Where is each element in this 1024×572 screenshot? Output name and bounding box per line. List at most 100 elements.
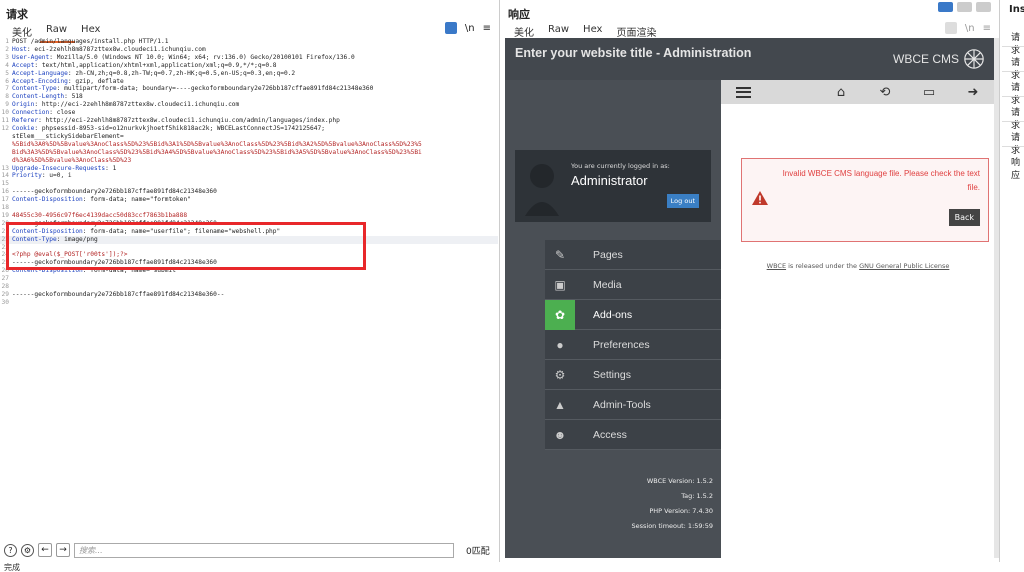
username: Administrator (571, 173, 648, 188)
request-pane: 请求 美化 Raw Hex \n ≡ 1 POST /admin/language… (0, 0, 500, 562)
layout-single-icon[interactable] (976, 2, 991, 12)
inspector-item[interactable]: 请求 (1011, 105, 1024, 131)
menu-item-icon: ▲ (554, 397, 566, 412)
line-number: 27 (1, 275, 9, 283)
header-name: Content-Length (12, 93, 65, 101)
line-number: 29 (1, 291, 9, 298)
code-line: 6 Accept-Encoding: gzip, deflate (0, 78, 498, 86)
line-text: 518 (71, 93, 83, 101)
prev-match-button[interactable]: ← (38, 543, 52, 557)
error-message: Invalid WBCE CMS language file. Please c… (741, 158, 989, 242)
menu-item-settings[interactable]: ⚙ Settings (545, 360, 721, 390)
version-line: PHP Version: 7.4.30 (649, 507, 713, 515)
help-icon[interactable]: ? (4, 543, 17, 557)
menu-item-admin-tools[interactable]: ▲ Admin-Tools (545, 390, 721, 420)
header-name: User-Agent (12, 53, 50, 61)
wbce-link[interactable]: WBCE (767, 262, 786, 270)
line-text: http://eci-2zehlh8m8787zttex8w.cloudeci1… (41, 101, 240, 109)
wrap-toggle-icon[interactable] (444, 22, 457, 34)
menu-item-icon: ☻ (553, 427, 567, 442)
menu-toggle-icon[interactable] (721, 80, 765, 104)
code-line: 12 Cookie: phpsessid-8953-sid=o12nurkvkjh… (1, 124, 325, 132)
line-number: 3 (5, 53, 9, 61)
sign-out-icon[interactable]: ➜ (951, 80, 995, 104)
code-line: %5Bid%3A0%5D%5Bvalue%3AnoClass%5D%23%5Bi… (0, 141, 498, 149)
line-number: 8 (5, 93, 9, 101)
response-title: 响应 (508, 8, 530, 21)
line-text: 1 (112, 164, 117, 172)
avatar (525, 164, 559, 216)
code-line: 29 ------geckoformboundary2e726bb187cffae… (0, 291, 498, 299)
line-number: 19 (1, 211, 9, 219)
license-text: is released under the (786, 262, 860, 270)
menu-item-pages[interactable]: ✎ Pages (545, 240, 721, 270)
line-number (0, 141, 12, 149)
inspector-item[interactable]: 响应 (1011, 155, 1024, 181)
menu-item-preferences[interactable]: ● Preferences (545, 330, 721, 360)
inspector-item[interactable]: 请求 (1011, 130, 1024, 156)
admin-body: You are currently logged in as: Administ… (505, 80, 995, 558)
menu-item-label: Pages (593, 248, 623, 261)
highlight-box (6, 222, 366, 270)
header-name: Origin (12, 101, 35, 109)
code-line: 13 Upgrade-Insecure-Requests: 1 (1, 164, 117, 172)
menu-item-add-ons[interactable]: ✿ Add-ons (545, 299, 721, 330)
line-number: 28 (1, 283, 9, 291)
line-number: 14 (1, 172, 9, 180)
line-number: 11 (1, 117, 9, 125)
menu-item-icon: ⚙ (554, 367, 566, 382)
menu-item-icon: ● (556, 337, 564, 352)
line-text: phpsessid-8953-sid=o12nurkvkjhoetf5hik81… (41, 124, 325, 132)
request-tools: \n ≡ (444, 22, 491, 34)
inspector-item[interactable]: 请求 (1011, 80, 1024, 106)
back-arrow-icon[interactable]: ⟲ (863, 80, 907, 104)
menu-item-label: Media (593, 278, 622, 291)
layout-split-icon[interactable] (938, 2, 953, 12)
menu-item-media[interactable]: ▣ Media (545, 270, 721, 300)
admin-title: Enter your website title - Administratio… (515, 46, 752, 60)
request-editor[interactable]: 1 POST /admin/languages/install.php HTTP/… (0, 38, 498, 533)
monitor-icon[interactable]: ▭ (907, 80, 951, 104)
inspector-item[interactable]: 请求 (1011, 55, 1024, 81)
options-menu-icon[interactable]: ≡ (483, 23, 491, 34)
logout-button[interactable]: Log out (666, 194, 699, 208)
response-pane: 响应 美化 Raw Hex 页面渲染 \n ≡ Enter your websi… (502, 0, 1000, 562)
menu-item-access[interactable]: ☻ Access (545, 420, 721, 450)
line-text: POST /admin/languages/install.php HTTP/1… (12, 38, 169, 45)
layout-horizontal-icon[interactable] (957, 2, 972, 12)
next-match-button[interactable]: → (56, 543, 70, 557)
version-info: WBCE Version: 1.5.2 Tag: 1.5.2 PHP Versi… (631, 474, 713, 534)
code-line: 15 (0, 180, 498, 188)
options-menu-icon[interactable]: ≡ (983, 23, 991, 34)
gear-icon[interactable]: ⚙ (21, 543, 34, 557)
wrap-toggle-icon[interactable] (944, 22, 957, 34)
admin-toolbar: ⌂ ⟲ ▭ ➜ (721, 80, 995, 104)
burp-repeater-window: 请求 美化 Raw Hex \n ≡ 1 POST /admin/language… (0, 0, 1024, 572)
version-line: Tag: 1.5.2 (681, 492, 713, 500)
menu-item-label: Preferences (593, 338, 650, 351)
layout-switch (938, 2, 991, 12)
newline-toggle[interactable]: \n (465, 23, 475, 34)
line-number: 30 (1, 298, 9, 306)
value-text: 48455c30-4956c97f6ec4139dacc50d83ccf7863… (12, 211, 188, 219)
code-line: 28 (0, 283, 498, 291)
line-number: 17 (1, 196, 9, 204)
header-name: Accept (12, 61, 35, 69)
gpl-link[interactable]: GNU General Public License (859, 262, 949, 270)
line-text: form-data; name="formtoken" (90, 196, 191, 204)
home-icon[interactable]: ⌂ (819, 80, 863, 104)
admin-content: Invalid WBCE CMS language file. Please c… (721, 104, 995, 558)
version-line: WBCE Version: 1.5.2 (646, 477, 713, 485)
line-number: 13 (1, 164, 9, 172)
inspector-item[interactable]: 请求 (1011, 30, 1024, 56)
code-line: 19 48455c30-4956c97f6ec4139dacc50d83ccf78… (0, 212, 498, 220)
search-input[interactable]: 搜索... (74, 542, 454, 558)
vertical-scrollbar[interactable] (994, 38, 999, 558)
logo-text: WBCE CMS (893, 52, 959, 66)
value-text: d%3A6%5D%5Bvalue%3AnoClass%5D%23 (12, 156, 132, 164)
header-name: Accept-Language (12, 69, 68, 77)
star-logo-icon (964, 49, 984, 69)
code-line: 2 Host: eci-2zehlh8m8787zttex8w.cloudeci1… (0, 46, 498, 54)
back-button[interactable]: Back (948, 209, 980, 226)
newline-toggle[interactable]: \n (965, 23, 975, 34)
